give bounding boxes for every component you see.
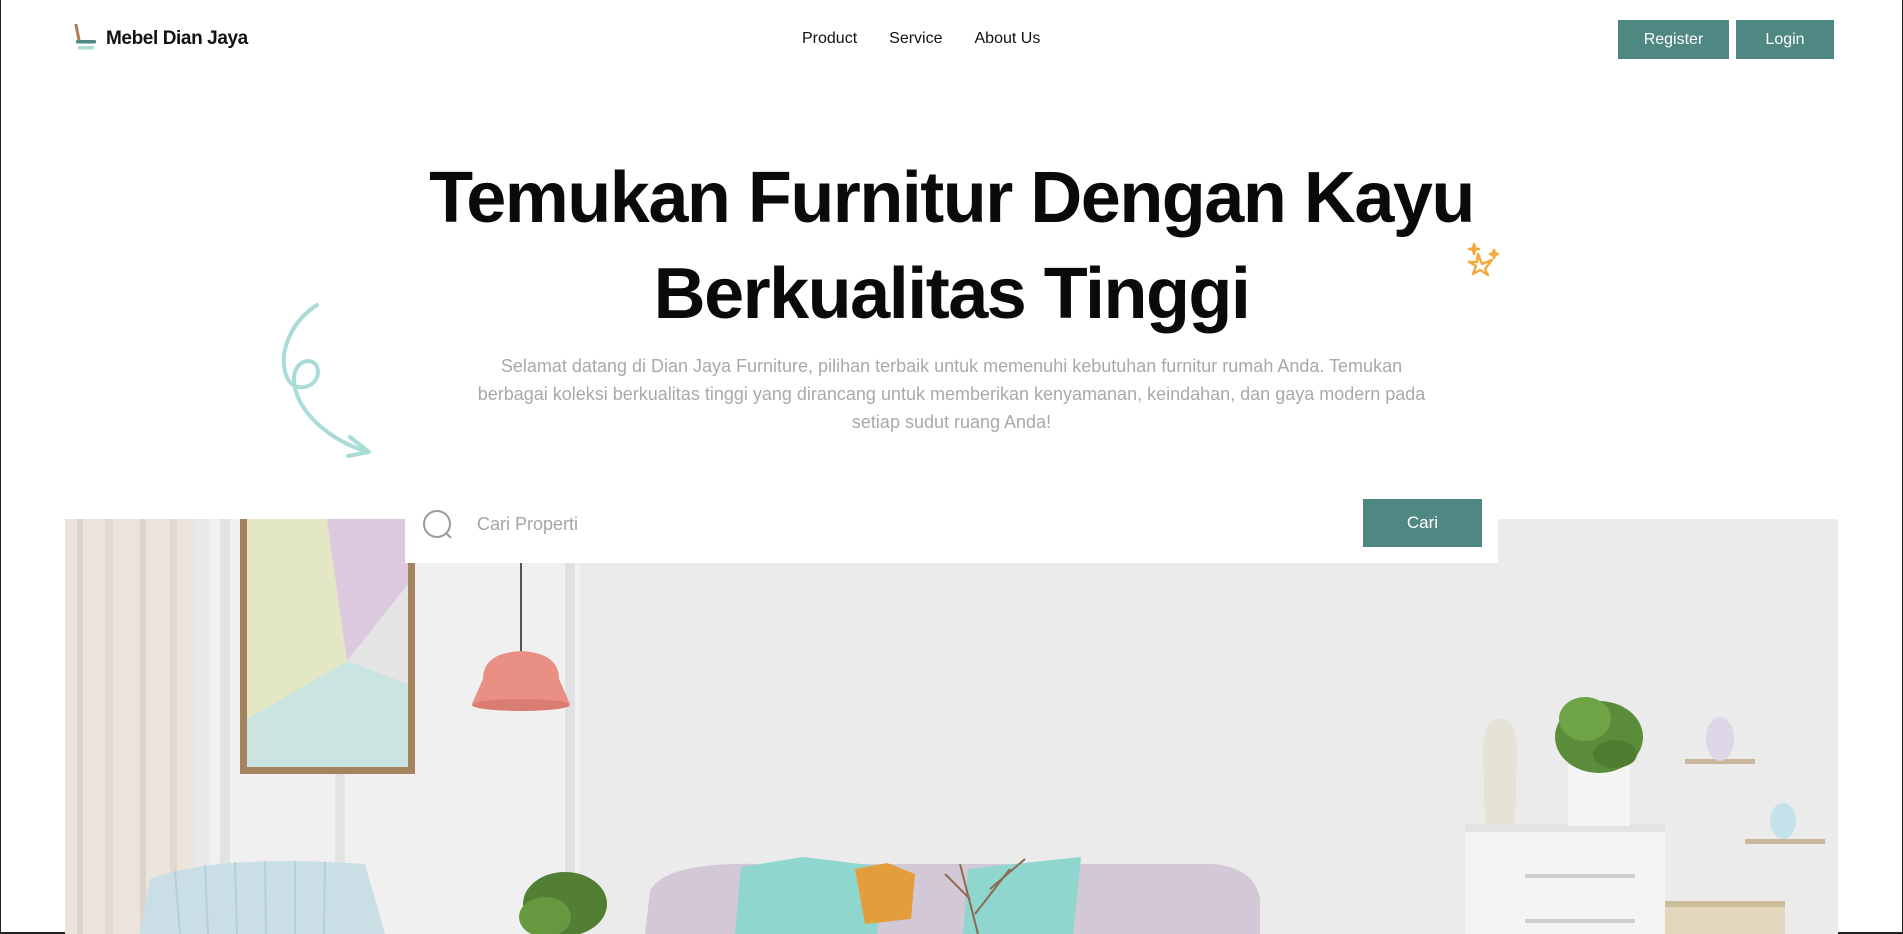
login-button[interactable]: Login [1736, 20, 1834, 59]
chair-icon [72, 23, 98, 54]
sparkle-icon [1464, 242, 1500, 278]
hero-living-room-image [65, 519, 1838, 934]
curly-arrow-icon [278, 300, 378, 465]
main-nav: Product Service About Us [802, 30, 1040, 48]
search-button[interactable]: Cari [1363, 499, 1482, 547]
auth-buttons: Register Login [1618, 20, 1834, 59]
hero-title-line-2: Berkualitas Tinggi [653, 254, 1251, 334]
site-header: Mebel Dian Jaya Product Service About Us… [0, 0, 1903, 80]
search-bar: Cari [405, 484, 1498, 563]
register-button[interactable]: Register [1618, 20, 1729, 59]
hero-subtitle: Selamat datang di Dian Jaya Furniture, p… [477, 356, 1426, 432]
nav-item-product[interactable]: Product [802, 30, 857, 48]
brand-logo[interactable]: Mebel Dian Jaya [72, 23, 248, 54]
search-icon [422, 509, 454, 541]
nav-item-service[interactable]: Service [889, 30, 942, 48]
nav-item-about-us[interactable]: About Us [975, 30, 1041, 48]
search-input[interactable] [477, 506, 1297, 542]
brand-name: Mebel Dian Jaya [106, 28, 248, 49]
hero-title-line-1: Temukan Furnitur Dengan Kayu [429, 158, 1475, 238]
